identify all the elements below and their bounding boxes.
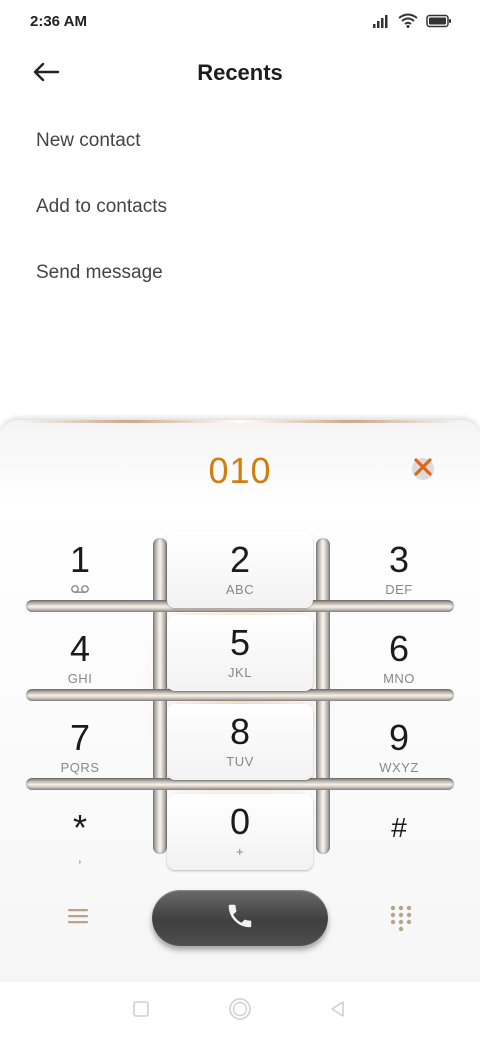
voicemail-icon — [7, 582, 153, 598]
menu-item-new-contact[interactable]: New contact — [36, 120, 167, 186]
key-1[interactable]: 1 — [7, 532, 153, 608]
key-letters: GHI — [67, 671, 93, 686]
key-letters: WXYZ — [379, 760, 419, 775]
key-hash[interactable]: # — [326, 800, 472, 876]
key-letters: , — [77, 850, 83, 865]
key-letters: JKL — [228, 665, 252, 680]
keypad-toggle-button[interactable] — [388, 904, 416, 934]
key-digit: 6 — [388, 628, 410, 669]
key-letters: + — [235, 844, 245, 859]
key-letters: MNO — [383, 671, 415, 686]
key-digit: 3 — [388, 539, 410, 580]
menu-item-send-message[interactable]: Send message — [36, 252, 167, 318]
key-digit: 9 — [388, 717, 410, 758]
key-letters: PQRS — [60, 760, 100, 775]
keypad-icon — [388, 905, 414, 936]
key-0[interactable]: 0 + — [167, 794, 313, 870]
key-letters: ABC — [225, 582, 255, 597]
key-7[interactable]: 7 PQRS — [7, 710, 153, 786]
signal-icon — [372, 14, 390, 33]
key-digit: 5 — [229, 622, 251, 663]
key-digit: 1 — [69, 539, 91, 580]
triangle-back-icon — [329, 1000, 347, 1023]
square-recents-icon — [132, 1000, 150, 1023]
key-letters: DEF — [385, 582, 413, 597]
menu-lines-icon — [66, 909, 90, 930]
dialer-panel: 010 1 2 ABC 3 DEF 4 GHI 5 JKL 6 MNO 7 PQ… — [0, 420, 480, 982]
menu-button[interactable] — [66, 906, 94, 930]
clear-button[interactable] — [406, 452, 440, 486]
home-nav-button[interactable] — [227, 996, 253, 1027]
navigation-bar — [0, 982, 480, 1040]
options-menu: New contact Add to contacts Send message — [36, 120, 167, 318]
key-digit: 2 — [229, 539, 251, 580]
key-6[interactable]: 6 MNO — [326, 621, 472, 697]
key-4[interactable]: 4 GHI — [7, 621, 153, 697]
status-bar: 2:36 AM — [0, 0, 480, 44]
wifi-icon — [398, 13, 418, 33]
call-button[interactable] — [152, 890, 328, 946]
key-2[interactable]: 2 ABC — [167, 532, 313, 608]
recents-nav-button[interactable] — [128, 998, 154, 1024]
close-icon — [409, 453, 437, 486]
key-digit: * — [72, 807, 87, 848]
key-digit: 0 — [229, 801, 251, 842]
phone-icon — [225, 901, 255, 936]
key-5[interactable]: 5 JKL — [167, 615, 313, 691]
key-letters: TUV — [226, 754, 254, 769]
key-9[interactable]: 9 WXYZ — [326, 710, 472, 786]
status-icons — [372, 13, 452, 33]
circle-home-icon — [227, 996, 253, 1027]
key-8[interactable]: 8 TUV — [167, 704, 313, 780]
key-3[interactable]: 3 DEF — [326, 532, 472, 608]
key-digit: 7 — [69, 717, 91, 758]
key-digit: # — [391, 812, 407, 843]
key-digit: 8 — [229, 711, 251, 752]
menu-item-add-to-contacts[interactable]: Add to contacts — [36, 186, 167, 252]
status-time: 2:36 AM — [30, 13, 87, 30]
page-title: Recents — [197, 60, 283, 85]
battery-icon — [426, 14, 452, 33]
dialer-rim — [20, 420, 460, 423]
key-digit: 4 — [69, 628, 91, 669]
key-star[interactable]: * , — [7, 800, 153, 876]
back-nav-button[interactable] — [325, 998, 351, 1024]
header: Recents — [0, 48, 480, 98]
